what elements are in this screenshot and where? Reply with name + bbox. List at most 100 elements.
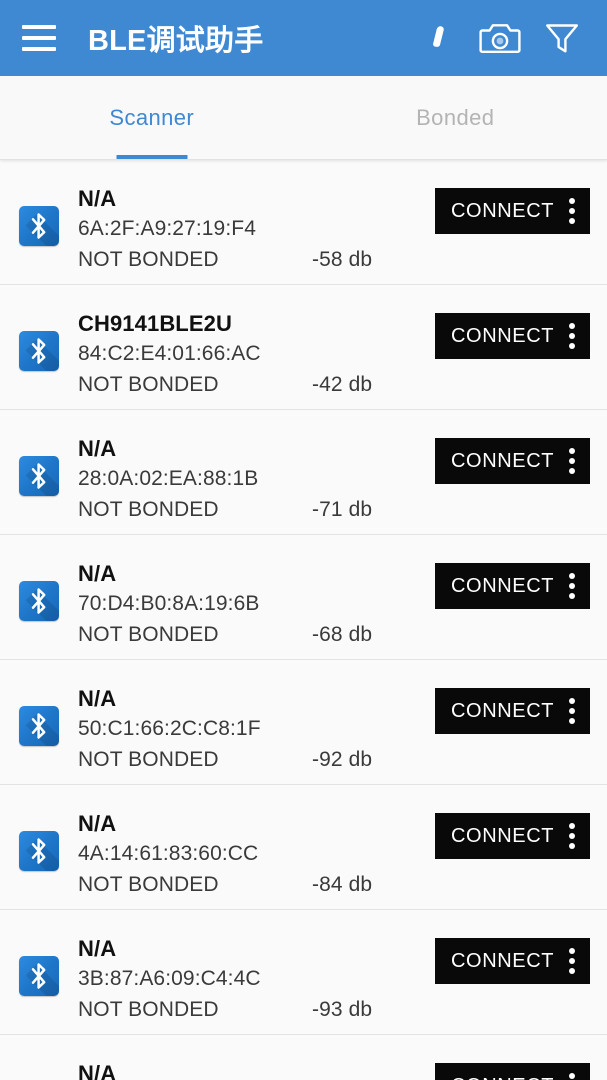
table-row[interactable]: N/A 28:0A:02:EA:88:1B NOT BONDED -71 db … <box>0 410 607 535</box>
device-address: 84:C2:E4:01:66:AC <box>78 342 261 365</box>
device-rssi: -68 db <box>312 623 373 646</box>
camera-icon[interactable] <box>469 7 531 69</box>
bluetooth-icon-wrap <box>0 560 78 621</box>
bluetooth-icon <box>19 206 59 246</box>
kebab-menu-icon[interactable] <box>567 320 577 352</box>
device-info: N/A <box>78 1060 435 1080</box>
connect-button[interactable]: CONNECT <box>435 188 590 234</box>
connect-button[interactable]: CONNECT <box>435 563 590 609</box>
bluetooth-icon <box>19 456 59 496</box>
device-name: N/A <box>78 686 117 711</box>
bluetooth-icon-wrap <box>0 1060 78 1080</box>
bluetooth-icon <box>19 956 59 996</box>
appbar-actions <box>407 7 593 69</box>
device-name: N/A <box>78 561 117 586</box>
device-address: 3B:87:A6:09:C4:4C <box>78 967 261 990</box>
table-row[interactable]: N/A 70:D4:B0:8A:19:6B NOT BONDED -68 db … <box>0 535 607 660</box>
device-rssi: -92 db <box>312 748 373 771</box>
tab-bonded[interactable]: Bonded <box>304 76 607 160</box>
connect-button[interactable]: CONNECT <box>435 438 590 484</box>
device-bond-state: NOT BONDED <box>78 873 219 896</box>
device-list[interactable]: N/A 6A:2F:A9:27:19:F4 NOT BONDED -58 db … <box>0 160 607 1080</box>
device-name: N/A <box>78 1061 117 1080</box>
connect-button-label: CONNECT <box>451 700 555 722</box>
kebab-menu-icon[interactable] <box>567 195 577 227</box>
scanning-tick-icon[interactable] <box>407 7 469 69</box>
table-row[interactable]: N/A 6A:2F:A9:27:19:F4 NOT BONDED -58 db … <box>0 160 607 285</box>
kebab-menu-icon[interactable] <box>567 945 577 977</box>
device-address: 4A:14:61:83:60:CC <box>78 842 259 865</box>
bluetooth-icon <box>19 831 59 871</box>
hamburger-bar <box>22 25 56 29</box>
device-bond-state: NOT BONDED <box>78 373 219 396</box>
connect-wrap: CONNECT <box>435 560 607 609</box>
kebab-menu-icon[interactable] <box>567 1070 577 1080</box>
bluetooth-icon-wrap <box>0 685 78 746</box>
app-bar: BLE调试助手 <box>0 0 607 76</box>
connect-wrap: CONNECT <box>435 185 607 234</box>
table-row[interactable]: N/A 3B:87:A6:09:C4:4C NOT BONDED -93 db … <box>0 910 607 1035</box>
device-address: 50:C1:66:2C:C8:1F <box>78 717 261 740</box>
tab-scanner-label: Scanner <box>109 105 195 130</box>
connect-wrap: CONNECT <box>435 435 607 484</box>
connect-wrap: CONNECT <box>435 1060 607 1080</box>
connect-button[interactable]: CONNECT <box>435 813 590 859</box>
connect-button-label: CONNECT <box>451 575 555 597</box>
device-rssi: -71 db <box>312 498 373 521</box>
device-bond-state: NOT BONDED <box>78 248 219 271</box>
kebab-menu-icon[interactable] <box>567 570 577 602</box>
page-title: BLE调试助手 <box>88 25 264 57</box>
table-row[interactable]: N/A 4A:14:61:83:60:CC NOT BONDED -84 db … <box>0 785 607 910</box>
device-meta: NOT BONDED -42 db <box>78 369 435 400</box>
connect-wrap: CONNECT <box>435 310 607 359</box>
device-meta: NOT BONDED -71 db <box>78 494 435 525</box>
scanning-tick-glyph <box>431 25 445 47</box>
connect-button-label: CONNECT <box>451 325 555 347</box>
bluetooth-icon <box>19 581 59 621</box>
device-meta: NOT BONDED -58 db <box>78 244 435 275</box>
device-meta: NOT BONDED -84 db <box>78 869 435 900</box>
tab-scanner[interactable]: Scanner <box>0 76 304 160</box>
connect-button[interactable]: CONNECT <box>435 1063 590 1080</box>
device-name: N/A <box>78 186 117 211</box>
device-address: 70:D4:B0:8A:19:6B <box>78 592 260 615</box>
table-row[interactable]: CH9141BLE2U 84:C2:E4:01:66:AC NOT BONDED… <box>0 285 607 410</box>
device-info: N/A 50:C1:66:2C:C8:1F NOT BONDED -92 db <box>78 685 435 775</box>
device-meta: NOT BONDED -68 db <box>78 619 435 650</box>
hamburger-bar <box>22 47 56 51</box>
connect-button[interactable]: CONNECT <box>435 313 590 359</box>
device-rssi: -58 db <box>312 248 373 271</box>
tab-bar: Scanner Bonded <box>0 76 607 160</box>
table-row[interactable]: N/A CONNECT <box>0 1035 607 1080</box>
bluetooth-icon <box>19 706 59 746</box>
device-bond-state: NOT BONDED <box>78 498 219 521</box>
bluetooth-icon-wrap <box>0 810 78 871</box>
device-name: N/A <box>78 936 117 961</box>
device-name: CH9141BLE2U <box>78 311 232 336</box>
connect-button[interactable]: CONNECT <box>435 938 590 984</box>
kebab-menu-icon[interactable] <box>567 820 577 852</box>
connect-wrap: CONNECT <box>435 685 607 734</box>
filter-icon[interactable] <box>531 7 593 69</box>
device-info: N/A 70:D4:B0:8A:19:6B NOT BONDED -68 db <box>78 560 435 650</box>
device-address: 28:0A:02:EA:88:1B <box>78 467 259 490</box>
bluetooth-icon-wrap <box>0 185 78 246</box>
connect-wrap: CONNECT <box>435 810 607 859</box>
connect-wrap: CONNECT <box>435 935 607 984</box>
connect-button-label: CONNECT <box>451 950 555 972</box>
connect-button[interactable]: CONNECT <box>435 688 590 734</box>
bluetooth-icon-wrap <box>0 435 78 496</box>
device-name: N/A <box>78 436 117 461</box>
device-address: 6A:2F:A9:27:19:F4 <box>78 217 256 240</box>
device-info: N/A 6A:2F:A9:27:19:F4 NOT BONDED -58 db <box>78 185 435 275</box>
device-info: N/A 4A:14:61:83:60:CC NOT BONDED -84 db <box>78 810 435 900</box>
device-bond-state: NOT BONDED <box>78 623 219 646</box>
device-meta: NOT BONDED -92 db <box>78 744 435 775</box>
kebab-menu-icon[interactable] <box>567 445 577 477</box>
ble-scanner-app: BLE调试助手 Scanner Bonded N/A 6A:2F:A9:27:1… <box>0 0 607 1080</box>
hamburger-bar <box>22 36 56 40</box>
table-row[interactable]: N/A 50:C1:66:2C:C8:1F NOT BONDED -92 db … <box>0 660 607 785</box>
kebab-menu-icon[interactable] <box>567 695 577 727</box>
tab-bar-divider <box>0 159 607 160</box>
hamburger-menu-icon[interactable] <box>18 17 60 59</box>
